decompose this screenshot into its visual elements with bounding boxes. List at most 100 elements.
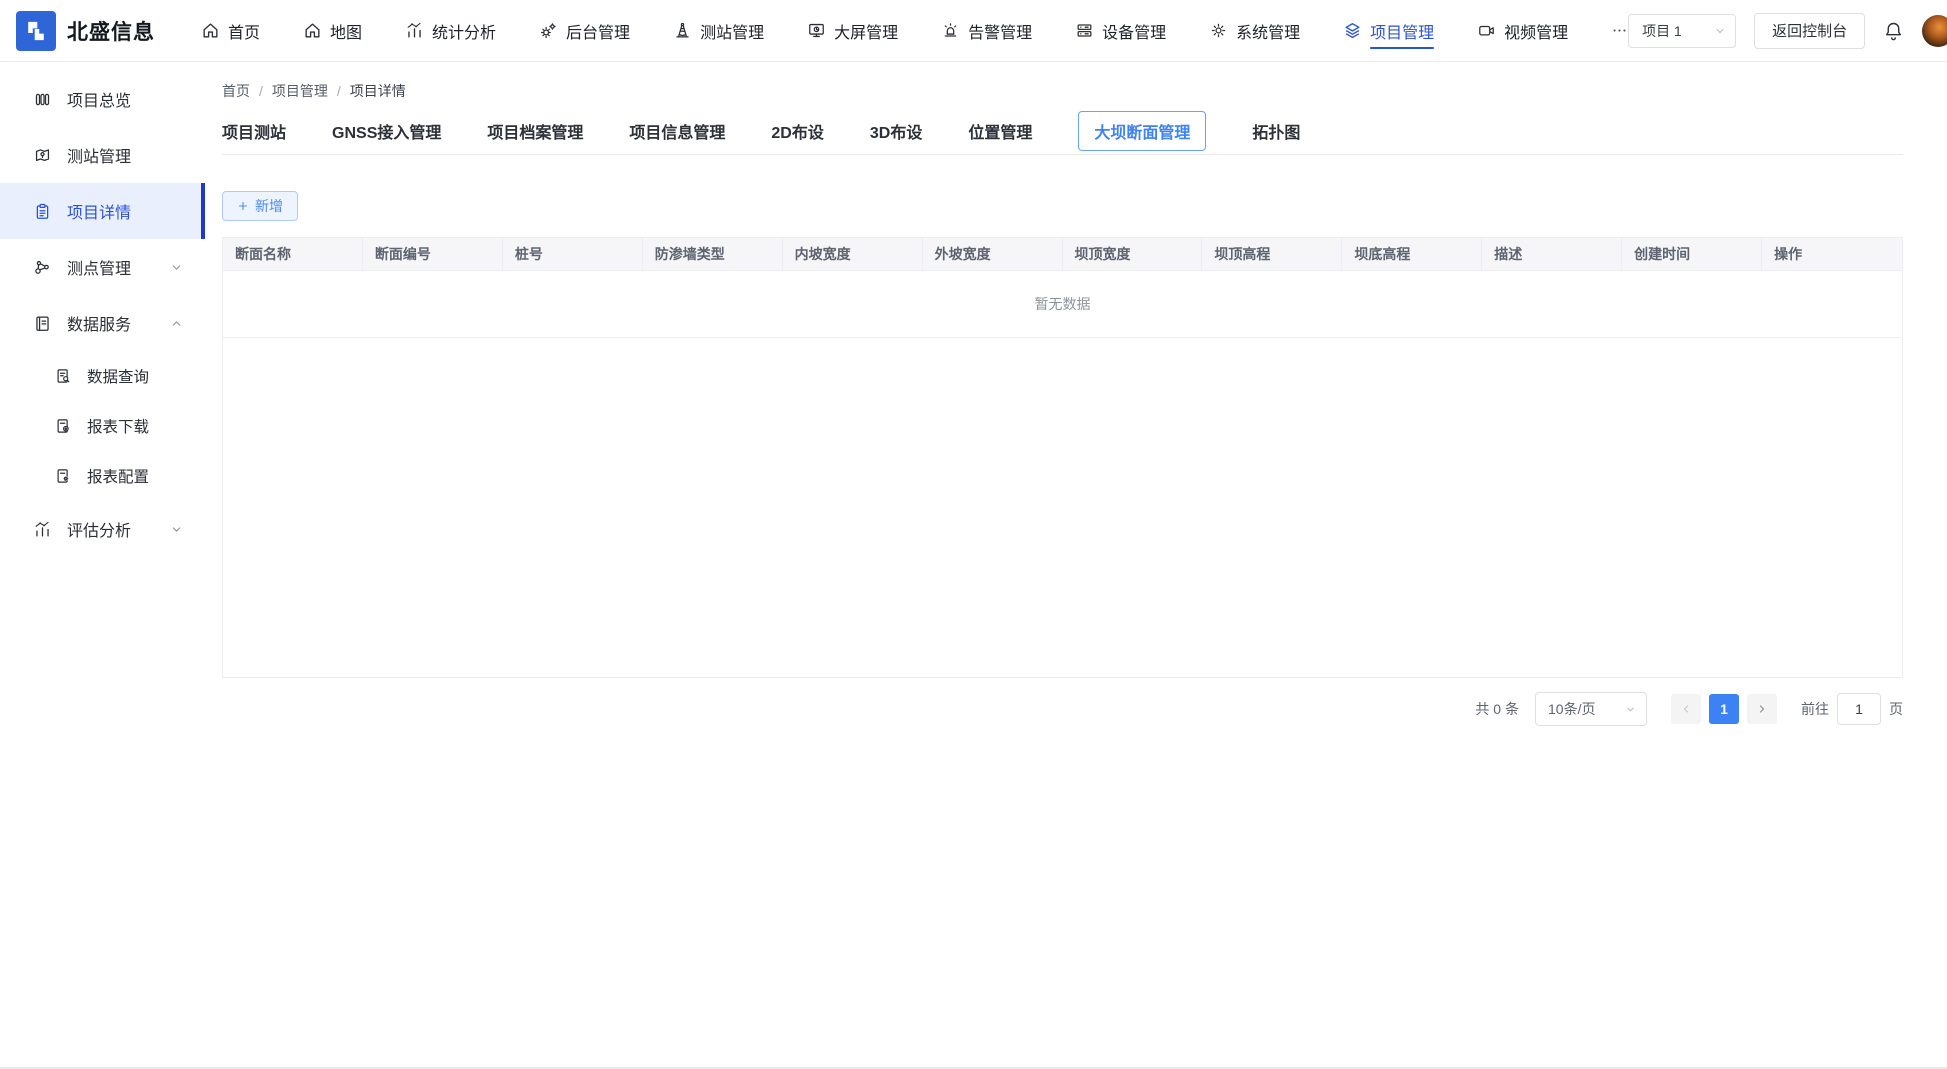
sidebar-submenu-data-services: 数据查询 报表下载 报表配置 [0,351,205,501]
nav-item-statistics[interactable]: 统计分析 [405,0,496,62]
column-header: 桩号 [503,238,643,271]
nav-label: 项目管理 [1370,19,1434,43]
monitor-icon [807,21,826,40]
chevron-left-icon [1680,703,1692,715]
video-icon [1477,21,1496,40]
journal-icon [33,314,52,333]
gear-icon [1209,21,1228,40]
main-nav: 首页 地图 统计分析 后台管理 测站管理 大屏管理 告警管理 设备管理 [201,0,1628,62]
nav-item-devices[interactable]: 设备管理 [1075,0,1166,62]
sidebar-item-label: 数据查询 [87,365,149,387]
nav-item-home[interactable]: 首页 [201,0,260,62]
column-header: 坝顶高程 [1202,238,1342,271]
sidebar-item-data-services[interactable]: 数据服务 [0,295,205,351]
nav-label: 大屏管理 [834,19,898,43]
column-header: 外坡宽度 [923,238,1063,271]
alarm-icon [941,21,960,40]
add-button-label: 新增 [255,196,283,216]
sidebar-item-report-config[interactable]: 报表配置 [0,451,205,501]
nav-item-system[interactable]: 系统管理 [1209,0,1300,62]
tab-gnss-access[interactable]: GNSS接入管理 [332,119,441,143]
nav-more-button[interactable] [1611,0,1628,62]
sidebar-item-label: 项目详情 [67,199,131,223]
tabs-divider [222,154,1903,155]
nav-item-alerts[interactable]: 告警管理 [941,0,1032,62]
nav-label: 统计分析 [432,19,496,43]
breadcrumb-separator: / [337,83,341,99]
column-header: 断面编号 [363,238,503,271]
nav-item-bigscreen[interactable]: 大屏管理 [807,0,898,62]
sidebar-item-project-overview[interactable]: 项目总览 [0,71,205,127]
project-select-value: 项目 1 [1642,21,1682,41]
stats-chart-icon [405,21,424,40]
columns-icon [33,90,52,109]
back-to-console-button[interactable]: 返回控制台 [1754,13,1865,49]
column-header: 创建时间 [1622,238,1762,271]
app-logo[interactable]: 北盛信息 [16,11,155,51]
column-header: 坝顶宽度 [1063,238,1203,271]
chevron-down-icon [170,523,183,536]
breadcrumb-item-project-management[interactable]: 项目管理 [272,81,328,101]
chart-icon [33,520,52,539]
tab-2d-layout[interactable]: 2D布设 [771,119,823,143]
logo-text: 北盛信息 [67,16,155,46]
column-header: 防渗墙类型 [643,238,783,271]
sidebar-item-report-download[interactable]: 报表下载 [0,401,205,451]
nodes-icon [33,258,52,277]
tab-project-archives[interactable]: 项目档案管理 [487,119,583,143]
sidebar-item-data-query[interactable]: 数据查询 [0,351,205,401]
prev-page-button[interactable] [1671,694,1701,724]
sidebar-item-label: 报表下载 [87,415,149,437]
goto-label: 前往 [1801,699,1829,719]
nav-item-video[interactable]: 视频管理 [1477,0,1568,62]
more-icon [1611,22,1628,39]
sidebar-item-station-management[interactable]: 测站管理 [0,127,205,183]
breadcrumb-item-home[interactable]: 首页 [222,81,250,101]
nav-label: 视频管理 [1504,19,1568,43]
nav-label: 测站管理 [700,19,764,43]
sidebar-item-measure-points[interactable]: 测点管理 [0,239,205,295]
column-header: 操作 [1762,238,1902,271]
sidebar-item-label: 测点管理 [67,255,131,279]
goto-page-input[interactable] [1837,693,1881,725]
nav-label: 首页 [228,19,260,43]
column-header: 描述 [1482,238,1622,271]
tab-project-info[interactable]: 项目信息管理 [629,119,725,143]
empty-text: 暂无数据 [1035,294,1091,314]
pagination-total: 共 0 条 [1475,699,1519,719]
doc-search-icon [54,367,72,385]
sidebar-item-label: 项目总览 [67,87,131,111]
nav-label: 告警管理 [968,19,1032,43]
tab-3d-layout[interactable]: 3D布设 [870,119,922,143]
sidebar-item-label: 数据服务 [67,311,131,335]
tab-topology[interactable]: 拓扑图 [1252,119,1300,143]
tab-location-management[interactable]: 位置管理 [968,119,1032,143]
nav-label: 设备管理 [1102,19,1166,43]
topbar: 北盛信息 首页 地图 统计分析 后台管理 测站管理 大屏管理 告警管理 [0,0,1947,62]
user-menu[interactable]: shujun [1922,15,1947,47]
project-select[interactable]: 项目 1 [1628,14,1736,48]
nav-item-projects[interactable]: 项目管理 [1343,0,1434,62]
column-header: 内坡宽度 [783,238,923,271]
page-size-select[interactable]: 10条/页 [1535,692,1647,726]
add-button[interactable]: 新增 [222,191,298,221]
tab-dam-section-management[interactable]: 大坝断面管理 [1078,111,1206,151]
plus-icon [237,200,249,212]
sidebar-item-evaluation[interactable]: 评估分析 [0,501,205,557]
sidebar-item-project-details[interactable]: 项目详情 [0,183,205,239]
column-header: 断面名称 [223,238,363,271]
page-number-1[interactable]: 1 [1709,694,1739,724]
map-icon [303,21,322,40]
sidebar-item-label: 测站管理 [67,143,131,167]
next-page-button[interactable] [1747,694,1777,724]
table-header-row: 断面名称 断面编号 桩号 防渗墙类型 内坡宽度 外坡宽度 坝顶宽度 坝顶高程 坝… [223,238,1902,271]
sidebar-item-label: 报表配置 [87,465,149,487]
chevron-down-icon [1625,704,1636,715]
tab-bar: 项目测站 GNSS接入管理 项目档案管理 项目信息管理 2D布设 3D布设 位置… [222,113,1903,149]
nav-item-backend[interactable]: 后台管理 [539,0,630,62]
chevron-down-icon [170,261,183,274]
tab-project-stations[interactable]: 项目测站 [222,119,286,143]
nav-item-map[interactable]: 地图 [303,0,362,62]
bell-icon[interactable] [1883,20,1904,41]
nav-item-stations[interactable]: 测站管理 [673,0,764,62]
